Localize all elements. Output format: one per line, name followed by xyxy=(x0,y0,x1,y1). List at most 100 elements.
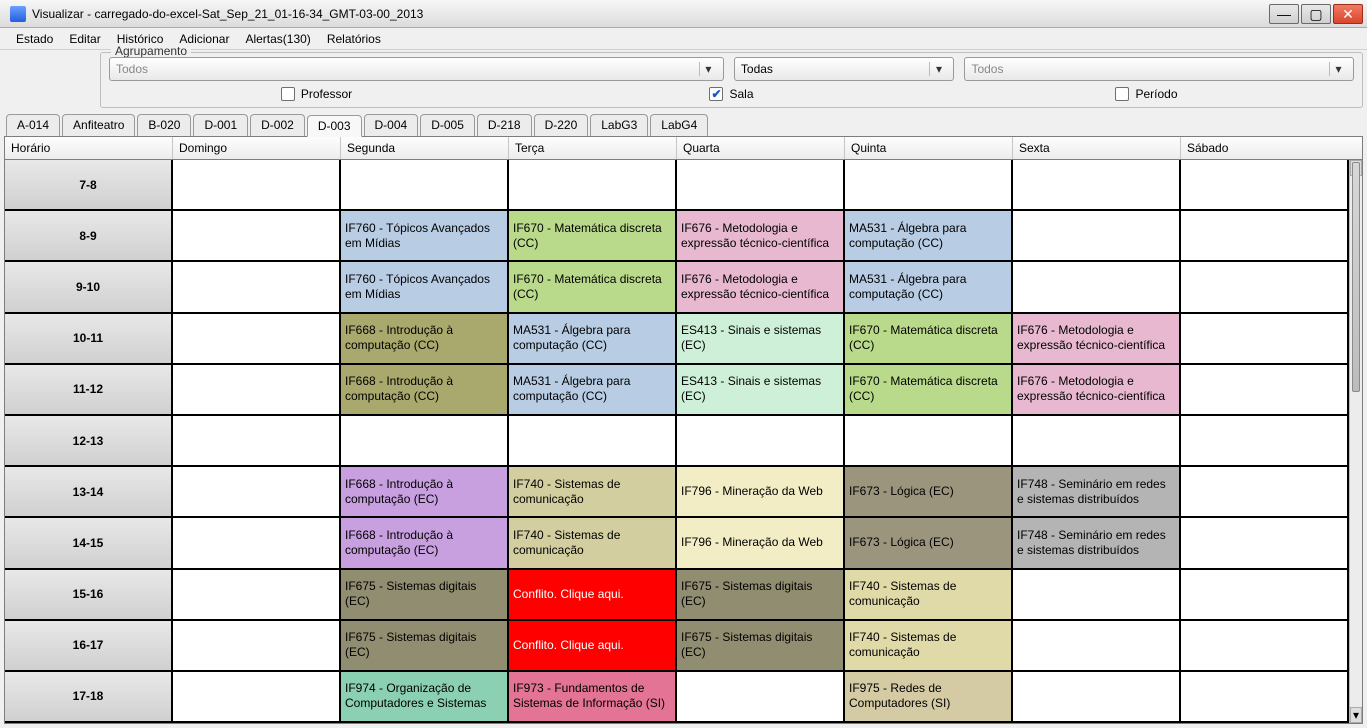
close-button[interactable]: ✕ xyxy=(1333,4,1363,24)
periodo-dropdown[interactable]: Todos ▾ xyxy=(964,57,1354,81)
schedule-cell[interactable]: MA531 - Álgebra para computação (CC) xyxy=(845,211,1013,260)
schedule-cell[interactable]: IF973 - Fundamentos de Sistemas de Infor… xyxy=(509,672,677,721)
time-cell: 11-12 xyxy=(5,365,173,414)
sala-checkbox-label: Sala xyxy=(729,87,753,101)
schedule-cell[interactable]: IF748 - Seminário em redes e sistemas di… xyxy=(1013,518,1181,567)
vertical-scrollbar[interactable]: ▴ ▾ xyxy=(1349,160,1362,723)
tab-d-220[interactable]: D-220 xyxy=(534,114,589,136)
tab-a-014[interactable]: A-014 xyxy=(6,114,60,136)
tab-b-020[interactable]: B-020 xyxy=(137,114,191,136)
sala-checkbox[interactable]: ✔ Sala xyxy=(524,87,939,101)
schedule-cell[interactable]: Conflito. Clique aqui. xyxy=(509,570,677,619)
schedule-cell[interactable]: IF748 - Seminário em redes e sistemas di… xyxy=(1013,467,1181,516)
schedule-cell[interactable]: IF740 - Sistemas de comunicação xyxy=(509,467,677,516)
professor-checkbox[interactable]: Professor xyxy=(109,87,524,101)
tab-labg3[interactable]: LabG3 xyxy=(590,114,648,136)
column-header[interactable]: Terça xyxy=(509,137,677,159)
tab-d-002[interactable]: D-002 xyxy=(250,114,305,136)
schedule-cell[interactable]: IF796 - Mineração da Web xyxy=(677,518,845,567)
column-header[interactable]: Domingo xyxy=(173,137,341,159)
empty-cell xyxy=(173,211,341,260)
table-row: 9-10IF760 - Tópicos Avançados em MídiasI… xyxy=(5,262,1349,313)
menu-alertas-130-[interactable]: Alertas(130) xyxy=(239,30,316,48)
empty-cell xyxy=(845,160,1013,209)
menu-estado[interactable]: Estado xyxy=(10,30,59,48)
column-header[interactable]: Sexta xyxy=(1013,137,1181,159)
empty-cell xyxy=(1181,570,1349,619)
schedule-cell[interactable]: ES413 - Sinais e sistemas (EC) xyxy=(677,314,845,363)
empty-cell xyxy=(1181,160,1349,209)
group-panel: Agrupamento Todos ▾ Todas ▾ Todos ▾ Prof… xyxy=(100,52,1363,108)
sala-dropdown[interactable]: Todas ▾ xyxy=(734,57,955,81)
empty-cell xyxy=(845,416,1013,465)
time-cell: 13-14 xyxy=(5,467,173,516)
periodo-checkbox[interactable]: Período xyxy=(939,87,1354,101)
table-row: 7-8 xyxy=(5,160,1349,211)
menu-relat-rios[interactable]: Relatórios xyxy=(321,30,387,48)
tab-d-004[interactable]: D-004 xyxy=(364,114,419,136)
schedule-cell[interactable]: IF670 - Matemática discreta (CC) xyxy=(845,365,1013,414)
schedule-cell[interactable]: IF676 - Metodologia e expressão técnico-… xyxy=(1013,365,1181,414)
chevron-down-icon: ▾ xyxy=(699,62,717,76)
schedule-cell[interactable]: MA531 - Álgebra para computação (CC) xyxy=(845,262,1013,311)
empty-cell xyxy=(173,518,341,567)
schedule-cell[interactable]: IF676 - Metodologia e expressão técnico-… xyxy=(677,211,845,260)
schedule-cell[interactable]: IF740 - Sistemas de comunicação xyxy=(509,518,677,567)
schedule-cell[interactable]: IF670 - Matemática discreta (CC) xyxy=(509,262,677,311)
menu-editar[interactable]: Editar xyxy=(63,30,106,48)
time-cell: 16-17 xyxy=(5,621,173,670)
professor-dropdown-value: Todos xyxy=(116,62,148,76)
scrollbar-thumb[interactable] xyxy=(1352,162,1360,392)
scroll-down-icon[interactable]: ▾ xyxy=(1350,707,1362,723)
schedule-cell[interactable]: IF796 - Mineração da Web xyxy=(677,467,845,516)
java-icon xyxy=(10,6,26,22)
schedule-cell[interactable]: IF668 - Introdução à computação (EC) xyxy=(341,518,509,567)
minimize-button[interactable]: — xyxy=(1269,4,1299,24)
schedule-cell[interactable]: Conflito. Clique aqui. xyxy=(509,621,677,670)
tab-d-003[interactable]: D-003 xyxy=(307,115,362,137)
schedule-cell[interactable]: IF975 - Redes de Computadores (SI) xyxy=(845,672,1013,721)
tab-anfiteatro[interactable]: Anfiteatro xyxy=(62,114,135,136)
column-header[interactable]: Sábado xyxy=(1181,137,1349,159)
column-header[interactable]: Segunda xyxy=(341,137,509,159)
schedule-cell[interactable]: IF670 - Matemática discreta (CC) xyxy=(845,314,1013,363)
schedule-cell[interactable]: IF675 - Sistemas digitais (EC) xyxy=(677,621,845,670)
schedule-cell[interactable]: IF760 - Tópicos Avançados em Mídias xyxy=(341,211,509,260)
schedule-body: 7-88-9IF760 - Tópicos Avançados em Mídia… xyxy=(5,160,1349,723)
empty-cell xyxy=(509,160,677,209)
schedule-cell[interactable]: ES413 - Sinais e sistemas (EC) xyxy=(677,365,845,414)
schedule-cell[interactable]: IF676 - Metodologia e expressão técnico-… xyxy=(677,262,845,311)
schedule-cell[interactable]: IF675 - Sistemas digitais (EC) xyxy=(341,570,509,619)
empty-cell xyxy=(677,416,845,465)
schedule-cell[interactable]: IF668 - Introdução à computação (CC) xyxy=(341,365,509,414)
time-cell: 14-15 xyxy=(5,518,173,567)
schedule-cell[interactable]: IF676 - Metodologia e expressão técnico-… xyxy=(1013,314,1181,363)
schedule-cell[interactable]: IF740 - Sistemas de comunicação xyxy=(845,570,1013,619)
schedule-cell[interactable]: MA531 - Álgebra para computação (CC) xyxy=(509,365,677,414)
maximize-button[interactable]: ▢ xyxy=(1301,4,1331,24)
column-header[interactable]: Quarta xyxy=(677,137,845,159)
schedule-cell[interactable]: IF740 - Sistemas de comunicação xyxy=(845,621,1013,670)
window-title: Visualizar - carregado-do-excel-Sat_Sep_… xyxy=(32,7,1269,21)
empty-cell xyxy=(173,570,341,619)
column-header[interactable]: Horário xyxy=(5,137,173,159)
schedule-cell[interactable]: IF673 - Lógica (EC) xyxy=(845,467,1013,516)
schedule-cell[interactable]: IF675 - Sistemas digitais (EC) xyxy=(341,621,509,670)
schedule-cell[interactable]: IF675 - Sistemas digitais (EC) xyxy=(677,570,845,619)
sala-dropdown-value: Todas xyxy=(741,62,773,76)
schedule-cell[interactable]: IF668 - Introdução à computação (EC) xyxy=(341,467,509,516)
schedule-cell[interactable]: MA531 - Álgebra para computação (CC) xyxy=(509,314,677,363)
professor-dropdown[interactable]: Todos ▾ xyxy=(109,57,724,81)
empty-cell xyxy=(1013,211,1181,260)
column-header[interactable]: Quinta xyxy=(845,137,1013,159)
schedule-cell[interactable]: IF668 - Introdução à computação (CC) xyxy=(341,314,509,363)
tab-labg4[interactable]: LabG4 xyxy=(650,114,708,136)
schedule-cell[interactable]: IF670 - Matemática discreta (CC) xyxy=(509,211,677,260)
schedule-cell[interactable]: IF974 - Organização de Computadores e Si… xyxy=(341,672,509,721)
schedule-cell[interactable]: IF673 - Lógica (EC) xyxy=(845,518,1013,567)
schedule-cell[interactable]: IF760 - Tópicos Avançados em Mídias xyxy=(341,262,509,311)
tab-d-001[interactable]: D-001 xyxy=(193,114,248,136)
tab-d-005[interactable]: D-005 xyxy=(420,114,475,136)
tab-d-218[interactable]: D-218 xyxy=(477,114,532,136)
schedule-table: HorárioDomingoSegundaTerçaQuartaQuintaSe… xyxy=(4,136,1363,724)
